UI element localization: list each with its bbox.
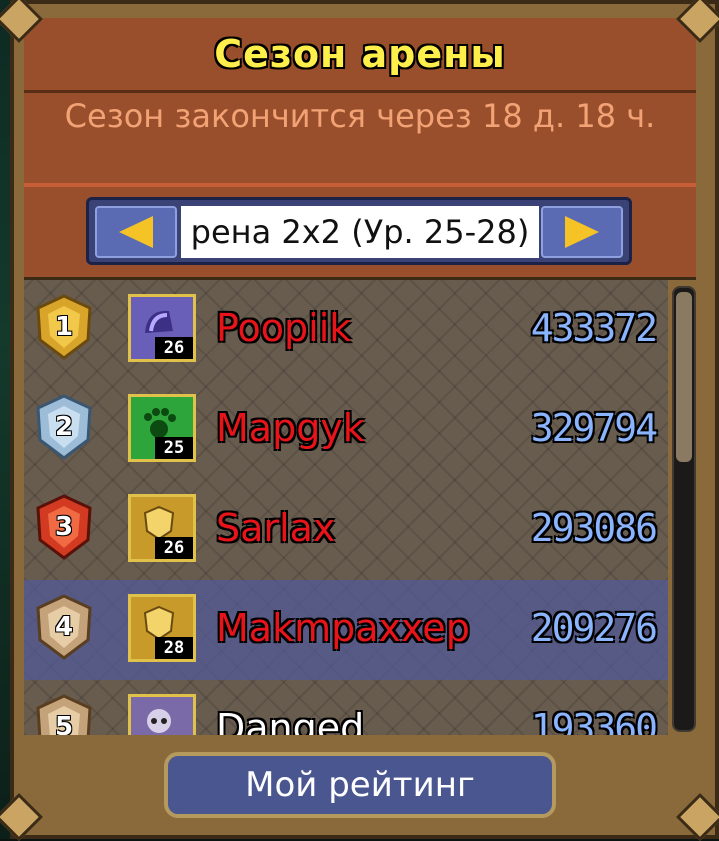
player-avatar: 26 [128,294,196,362]
player-score: 209276 [530,606,658,650]
rank-number: 4 [54,612,74,642]
leaderboard-row[interactable]: 1 26 Poopiik 433372 [24,280,668,380]
player-score: 329794 [530,406,658,450]
rank-number: 1 [54,312,74,342]
scrollbar-thumb[interactable] [676,292,692,462]
leaderboard-list[interactable]: 1 26 Poopiik 433372 2 25 Mapgyk 329794 3… [24,280,668,735]
prev-arena-button[interactable] [95,206,177,258]
player-name: Poopiik [216,306,352,350]
rank-medal-icon: 1 [32,294,96,360]
player-name: Danged [216,706,365,735]
player-level: 26 [155,337,193,359]
leaderboard-scrollbar[interactable] [672,286,696,732]
panel-header: Сезон арены [24,18,696,93]
rank-medal-icon: 2 [32,394,96,460]
player-level: 28 [155,637,193,659]
next-arena-button[interactable] [541,206,623,258]
rank-medal-icon: 4 [32,594,96,660]
leaderboard-row[interactable]: 5 Danged 193360 [24,680,668,735]
rank-medal-icon: 5 [32,694,96,735]
arena-selector-bar: рена 2х2 (Ур. 25-28) [24,187,696,280]
season-countdown: Сезон закончится через 18 д. 18 ч. [24,93,696,187]
player-name: Makmpaxxep [216,606,470,650]
player-level: 26 [155,537,193,559]
panel-footer: Мой рейтинг [14,740,706,835]
player-name: Mapgyk [216,406,365,450]
skull-icon [147,709,171,733]
player-avatar: 26 [128,494,196,562]
player-avatar [128,694,196,735]
rank-number: 5 [54,712,74,735]
leaderboard-row[interactable]: 3 26 Sarlax 293086 [24,480,668,580]
arena-selector: рена 2х2 (Ур. 25-28) [86,197,632,265]
player-score: 293086 [530,506,658,550]
rank-number: 3 [54,512,74,542]
arrow-right-icon [565,216,599,248]
my-rating-button[interactable]: Мой рейтинг [164,752,556,818]
arrow-left-icon [119,216,153,248]
leaderboard-row-current-player[interactable]: 4 28 Makmpaxxep 209276 [24,580,668,680]
player-avatar: 25 [128,394,196,462]
player-score: 433372 [530,306,658,350]
player-level: 25 [155,437,193,459]
arena-name: рена 2х2 (Ур. 25-28) [181,206,539,258]
rank-number: 2 [54,412,74,442]
player-avatar: 28 [128,594,196,662]
panel-title: Сезон арены [214,32,506,76]
player-score: 193360 [530,706,658,735]
player-name: Sarlax [216,506,336,550]
leaderboard-row[interactable]: 2 25 Mapgyk 329794 [24,380,668,480]
season-countdown-text: Сезон закончится через 18 д. 18 ч. [64,97,656,135]
rank-medal-icon: 3 [32,494,96,560]
